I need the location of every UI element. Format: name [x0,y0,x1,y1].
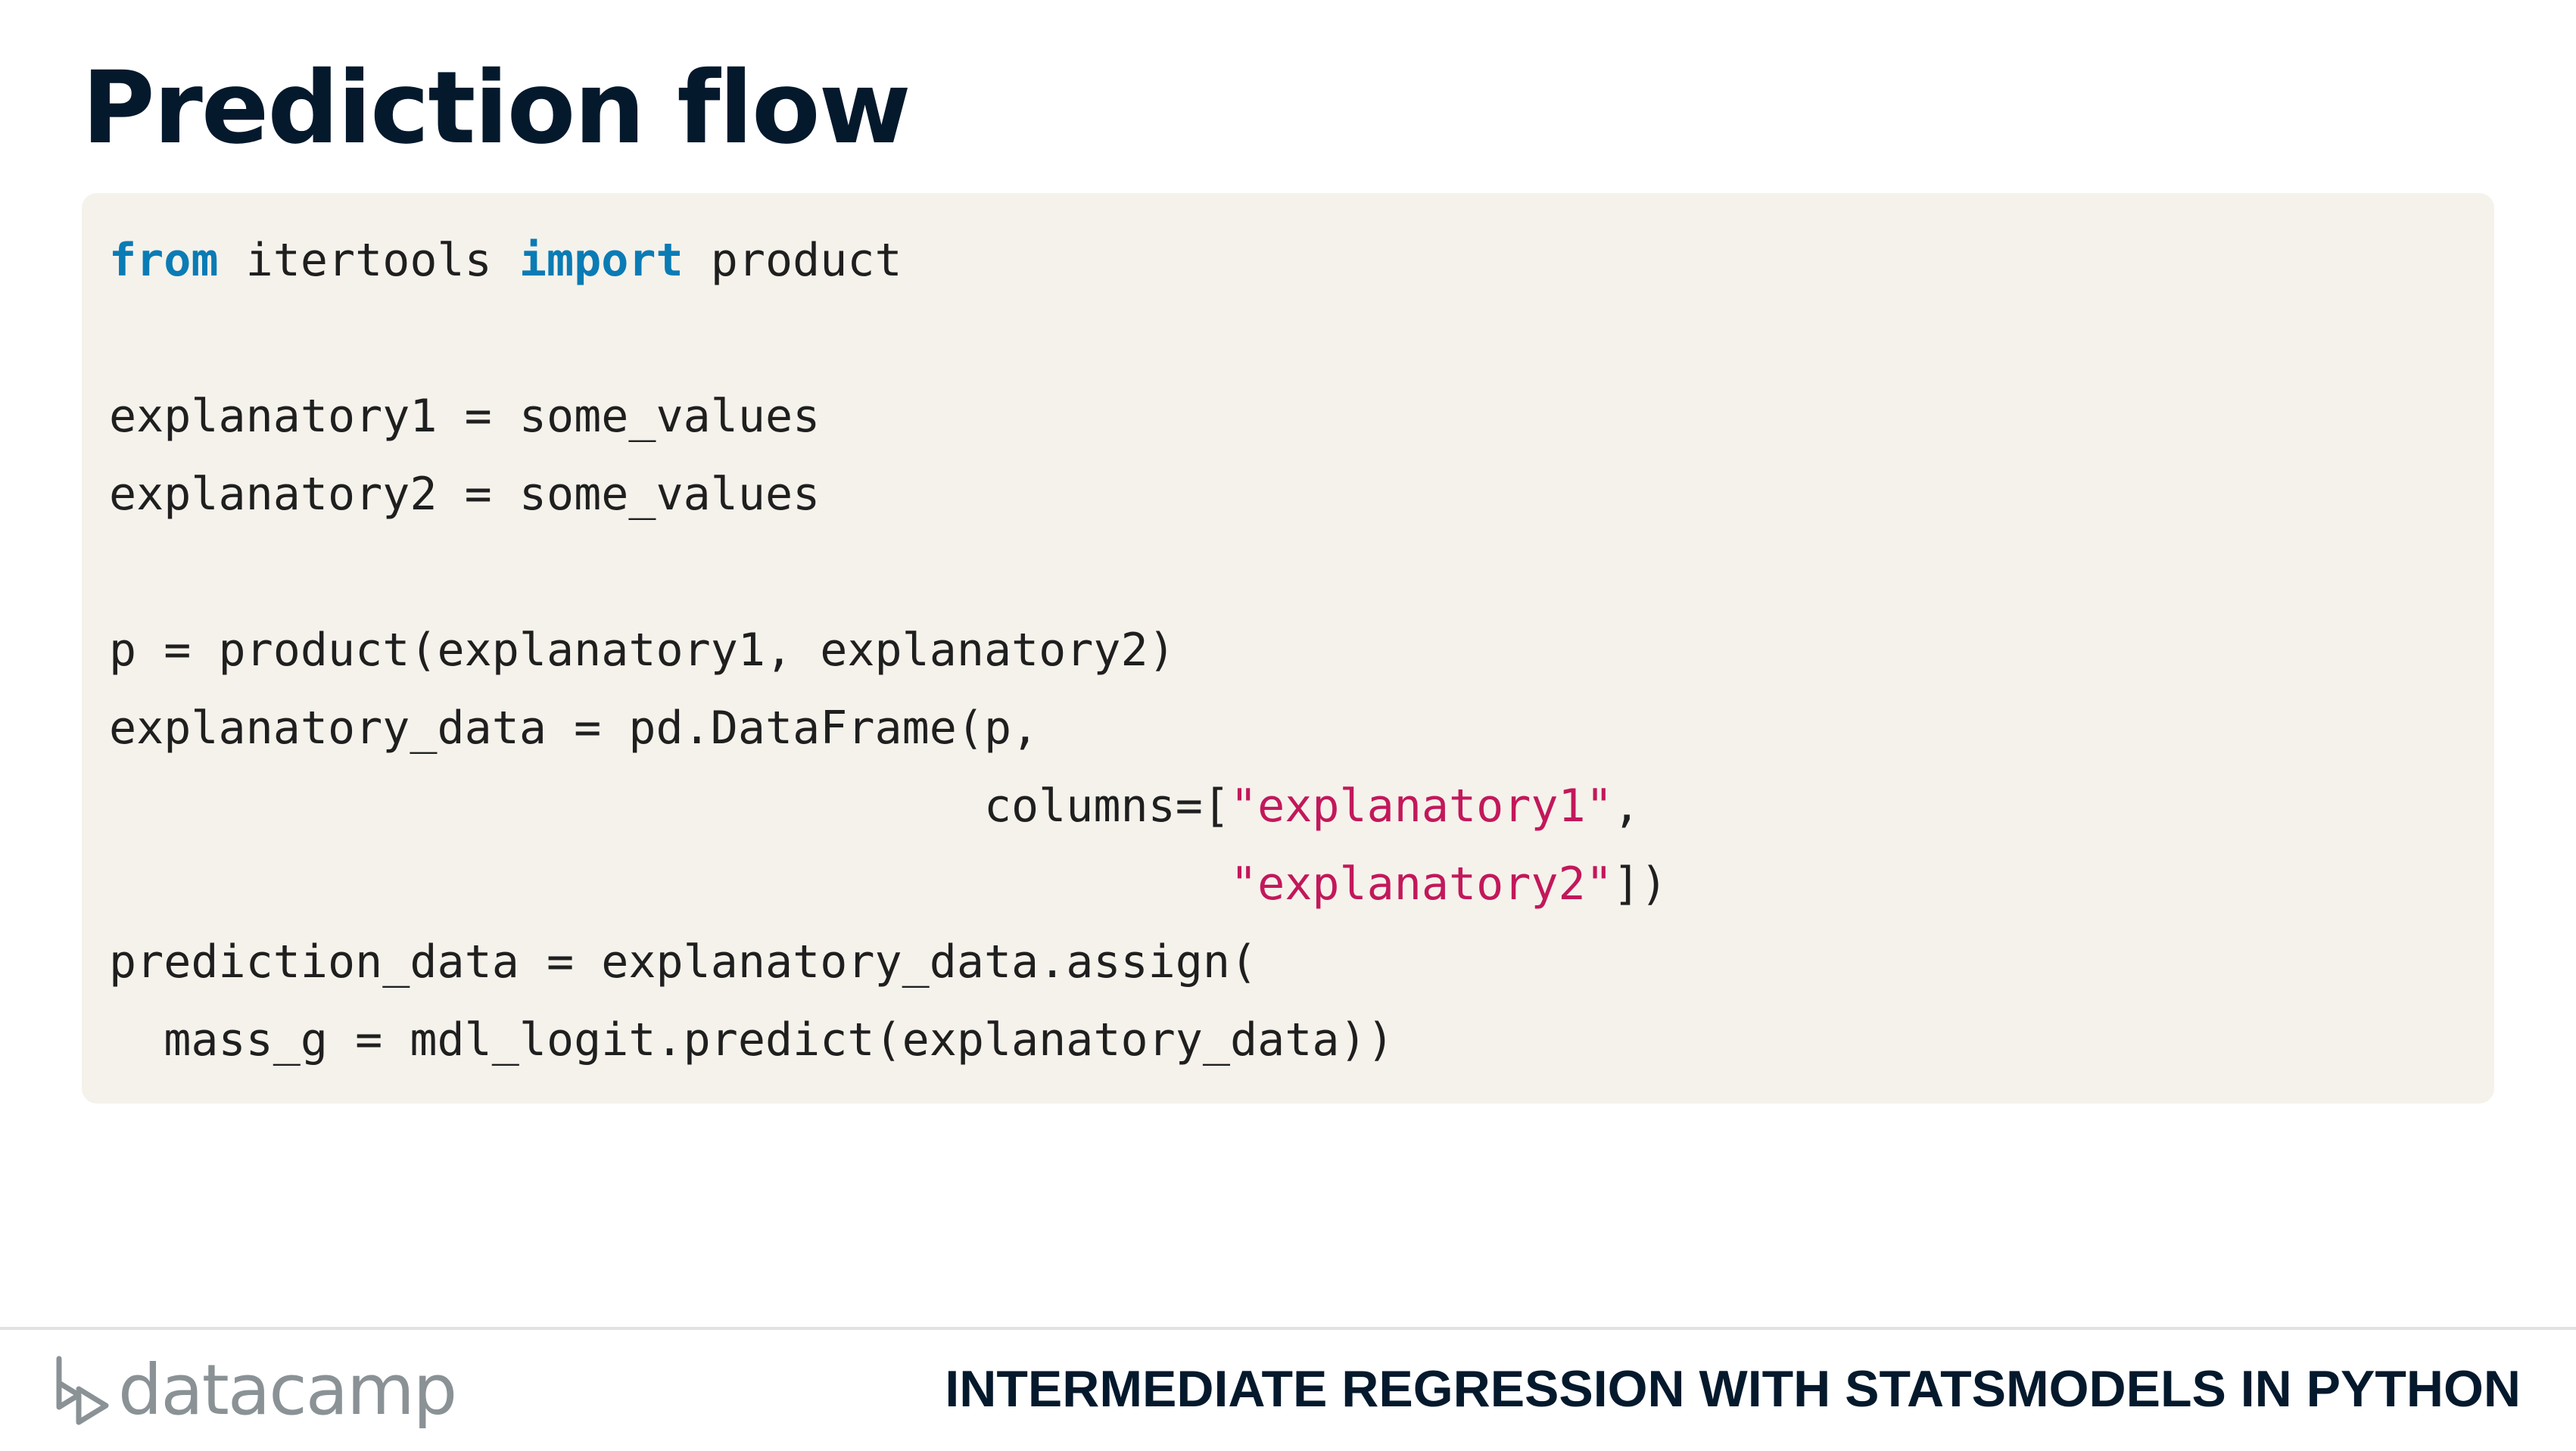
code-string: "explanatory1" [1230,780,1613,833]
code-text: mass_g = mdl_logit.predict(explanatory_d… [109,1014,1394,1066]
code-text: prediction_data = explanatory_data.assig… [109,936,1258,989]
footer-divider [0,1327,2576,1330]
code-line: columns=["explanatory1", [109,768,2494,845]
code-keyword: from [109,234,219,287]
code-line: explanatory2 = some_values [109,456,2494,534]
slide-title: Prediction flow [82,50,911,167]
logo-text: datacamp [118,1350,457,1431]
code-keyword: import [519,234,684,287]
code-text: columns=[ [109,780,1231,833]
code-string: "explanatory2" [1230,858,1613,911]
code-line: explanatory_data = pd.DataFrame(p, [109,690,2494,768]
code-text: explanatory_data = pd.DataFrame(p, [109,702,1039,755]
code-text: ]) [1612,858,1668,911]
course-title: INTERMEDIATE REGRESSION WITH STATSMODELS… [945,1360,2521,1418]
code-block: from itertools import product explanatory… [82,193,2494,1104]
code-line: prediction_data = explanatory_data.assig… [109,923,2494,1001]
code-text: p = product(explanatory1, explanatory2) [109,624,1176,677]
code-line: mass_g = mdl_logit.predict(explanatory_d… [109,1001,2494,1079]
code-text: explanatory2 = some_values [109,468,821,521]
code-line: explanatory1 = some_values [109,378,2494,456]
datacamp-logo: datacamp [53,1349,457,1432]
code-line: "explanatory2"]) [109,845,2494,923]
code-text: explanatory1 = some_values [109,390,821,443]
code-text: itertools [218,234,519,287]
code-line: from itertools import product [109,222,2494,300]
code-text: , [1612,780,1640,833]
datacamp-logo-icon [56,1356,109,1425]
code-text: product [683,234,902,287]
code-line: p = product(explanatory1, explanatory2) [109,612,2494,690]
